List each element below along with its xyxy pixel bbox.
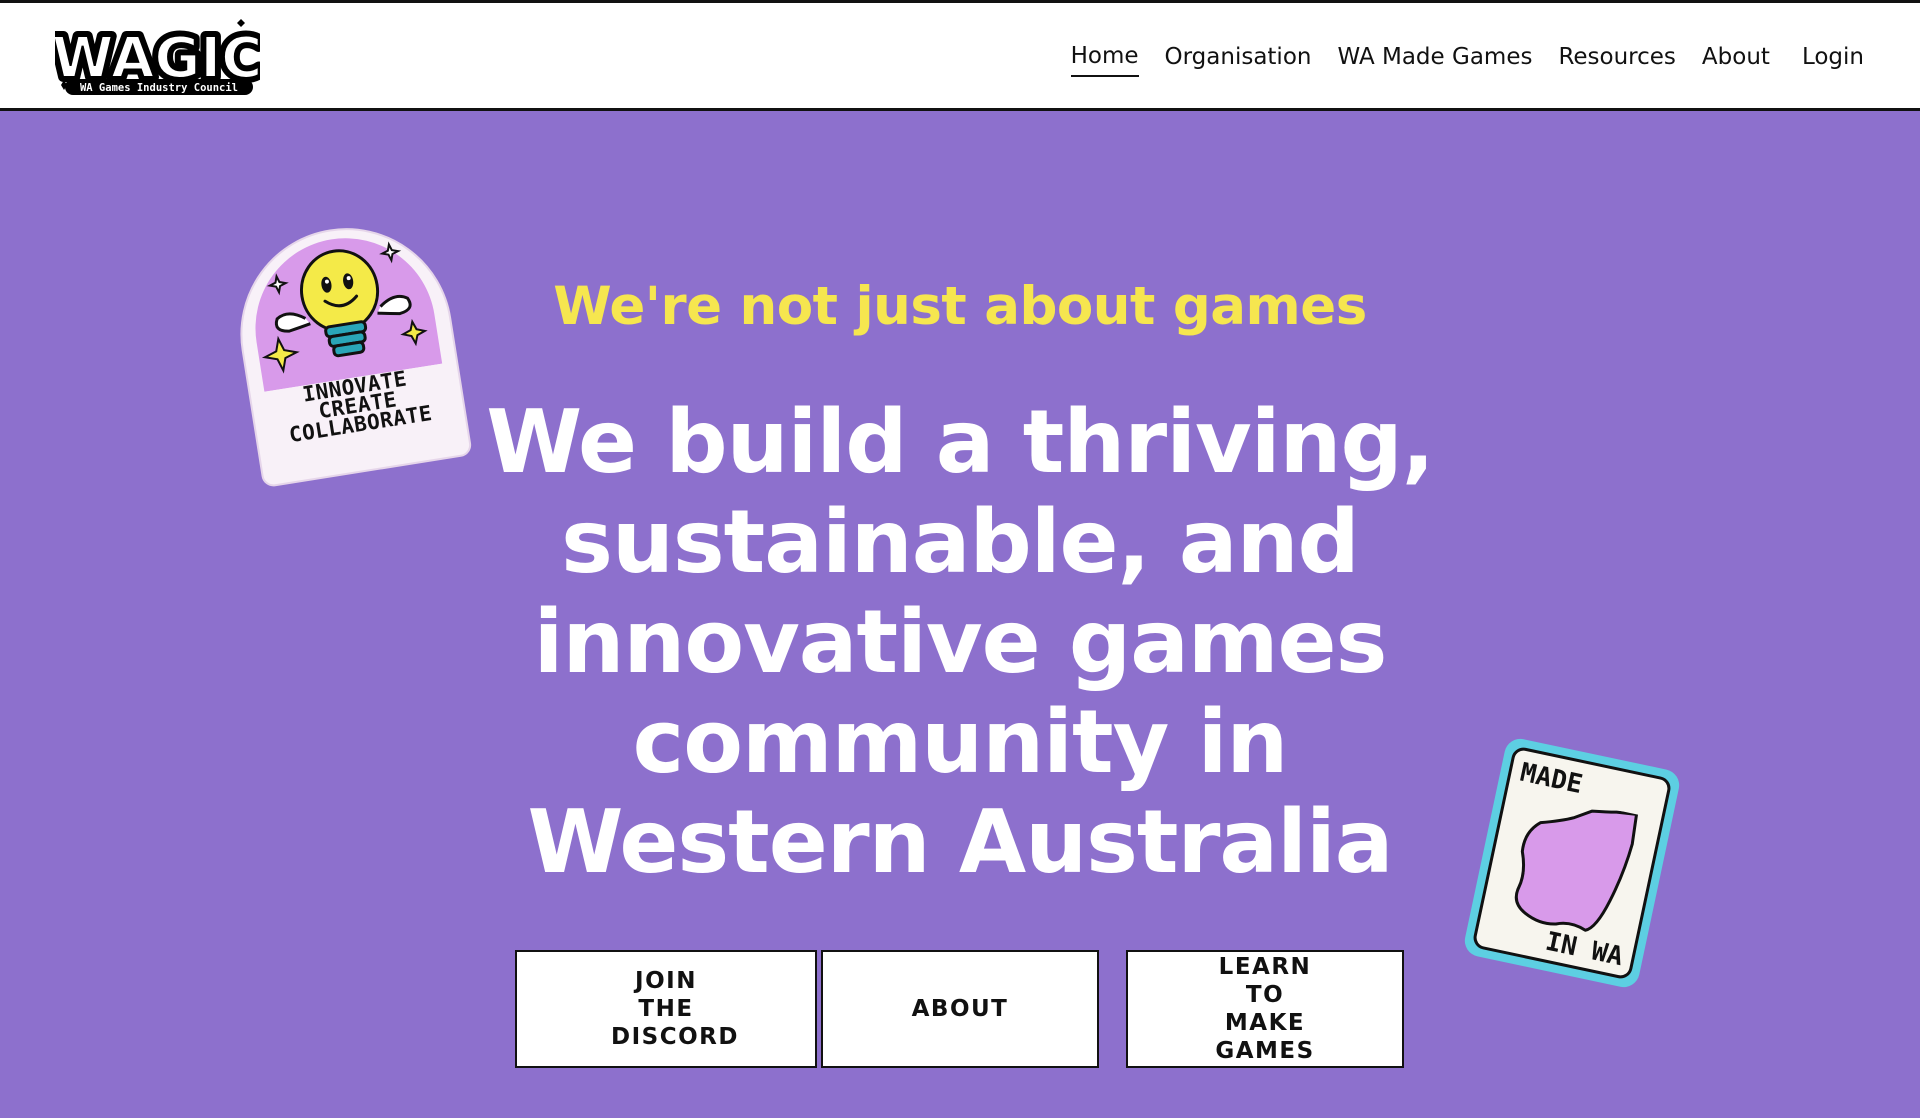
site-header: .lt { font-family: "DejaVu Sans", sans-s…: [0, 0, 1920, 111]
join-discord-label: JOIN THE DISCORD: [611, 968, 739, 1050]
nav-organisation[interactable]: Organisation: [1165, 36, 1312, 76]
nav-login[interactable]: Login: [1802, 36, 1864, 76]
nav-home[interactable]: Home: [1070, 35, 1139, 77]
logo-graphic: .lt { font-family: "DejaVu Sans", sans-s…: [55, 19, 260, 96]
innovate-sticker: INNOVATE CREATE COLLABORATE: [225, 212, 473, 489]
main-nav: Home Organisation WA Made Games Resource…: [1070, 3, 1864, 108]
join-discord-button[interactable]: JOIN THE DISCORD: [515, 950, 817, 1068]
hero-headline: We build a thriving, sustainable, and in…: [486, 391, 1435, 893]
wagic-logo[interactable]: .lt { font-family: "DejaVu Sans", sans-s…: [55, 19, 260, 101]
learn-label: LEARN TO MAKE GAMES: [1215, 954, 1315, 1064]
logo-subtitle: WA Games Industry Council: [80, 82, 238, 94]
learn-to-make-games-button[interactable]: LEARN TO MAKE GAMES: [1126, 950, 1404, 1068]
nav-about[interactable]: About: [1702, 36, 1770, 76]
nav-resources[interactable]: Resources: [1558, 36, 1675, 76]
about-label: ABOUT: [911, 996, 1009, 1022]
nav-wa-made-games[interactable]: WA Made Games: [1337, 36, 1532, 76]
about-button[interactable]: ABOUT: [821, 950, 1099, 1068]
